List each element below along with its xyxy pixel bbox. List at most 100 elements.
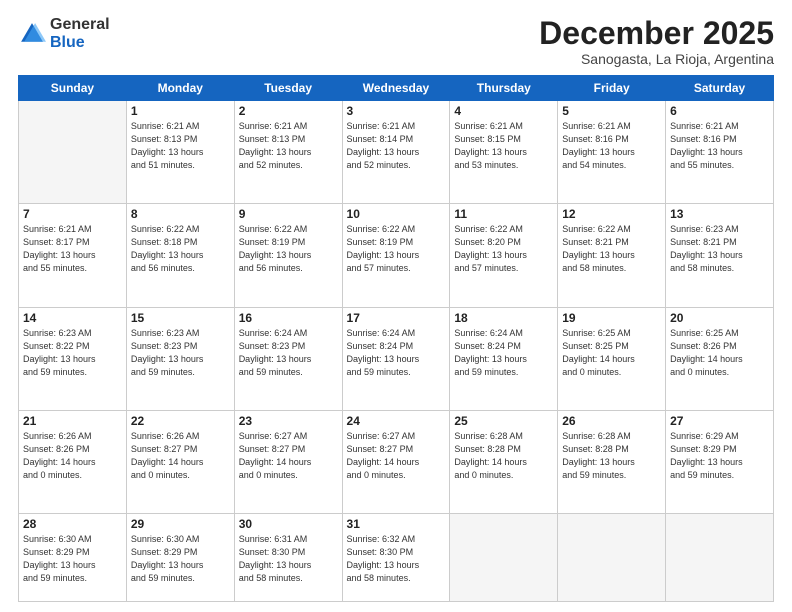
day-info: Sunrise: 6:29 AM Sunset: 8:29 PM Dayligh… xyxy=(670,430,769,482)
day-number: 29 xyxy=(131,517,230,531)
day-number: 23 xyxy=(239,414,338,428)
calendar-day-cell: 8 Sunrise: 6:22 AM Sunset: 8:18 PM Daylig… xyxy=(126,204,234,307)
subtitle: Sanogasta, La Rioja, Argentina xyxy=(539,51,774,67)
calendar-day-cell: 14Sunrise: 6:23 AM Sunset: 8:22 PM Dayli… xyxy=(19,307,127,410)
calendar-week-row: 14Sunrise: 6:23 AM Sunset: 8:22 PM Dayli… xyxy=(19,307,774,410)
calendar-day-cell: 29 Sunrise: 6:30 AM Sunset: 8:29 PM Dayli… xyxy=(126,513,234,601)
logo-text: General Blue xyxy=(50,16,110,51)
day-info: Sunrise: 6:22 AM Sunset: 8:19 PM Dayligh… xyxy=(347,223,446,275)
page: General Blue December 2025 Sanogasta, La… xyxy=(0,0,792,612)
day-number: 13 xyxy=(670,207,769,221)
logo-icon xyxy=(18,20,46,48)
day-info: Sunrise: 6:24 AM Sunset: 8:23 PM Dayligh… xyxy=(239,327,338,379)
calendar-day-cell: 27 Sunrise: 6:29 AM Sunset: 8:29 PM Dayli… xyxy=(666,410,774,513)
day-info: Sunrise: 6:25 AM Sunset: 8:26 PM Dayligh… xyxy=(670,327,769,379)
logo-general: General xyxy=(50,16,110,33)
calendar-day-cell: 7 Sunrise: 6:21 AM Sunset: 8:17 PM Daylig… xyxy=(19,204,127,307)
day-info: Sunrise: 6:21 AM Sunset: 8:14 PM Dayligh… xyxy=(347,120,446,172)
day-number: 26 xyxy=(562,414,661,428)
calendar-day-cell: 31 Sunrise: 6:32 AM Sunset: 8:30 PM Dayli… xyxy=(342,513,450,601)
day-info: Sunrise: 6:26 AM Sunset: 8:26 PM Dayligh… xyxy=(23,430,122,482)
calendar-day-cell xyxy=(666,513,774,601)
calendar-day-cell: 9Sunrise: 6:22 AM Sunset: 8:19 PM Daylig… xyxy=(234,204,342,307)
day-number: 27 xyxy=(670,414,769,428)
calendar-day-cell: 11 Sunrise: 6:22 AM Sunset: 8:20 PM Dayli… xyxy=(450,204,558,307)
day-info: Sunrise: 6:21 AM Sunset: 8:16 PM Dayligh… xyxy=(562,120,661,172)
day-number: 11 xyxy=(454,207,553,221)
day-info: Sunrise: 6:22 AM Sunset: 8:20 PM Dayligh… xyxy=(454,223,553,275)
day-number: 28 xyxy=(23,517,122,531)
logo-blue: Blue xyxy=(50,34,85,51)
day-number: 1 xyxy=(131,104,230,118)
day-info: Sunrise: 6:23 AM Sunset: 8:21 PM Dayligh… xyxy=(670,223,769,275)
day-info: Sunrise: 6:30 AM Sunset: 8:29 PM Dayligh… xyxy=(131,533,230,585)
day-number: 12 xyxy=(562,207,661,221)
day-info: Sunrise: 6:22 AM Sunset: 8:18 PM Dayligh… xyxy=(131,223,230,275)
day-number: 25 xyxy=(454,414,553,428)
calendar-week-row: 7 Sunrise: 6:21 AM Sunset: 8:17 PM Daylig… xyxy=(19,204,774,307)
header-friday: Friday xyxy=(558,76,666,101)
month-title: December 2025 xyxy=(539,16,774,51)
calendar-day-cell: 26 Sunrise: 6:28 AM Sunset: 8:28 PM Dayli… xyxy=(558,410,666,513)
day-number: 17 xyxy=(347,311,446,325)
day-info: Sunrise: 6:27 AM Sunset: 8:27 PM Dayligh… xyxy=(239,430,338,482)
calendar-day-cell xyxy=(450,513,558,601)
day-info: Sunrise: 6:23 AM Sunset: 8:23 PM Dayligh… xyxy=(131,327,230,379)
day-info: Sunrise: 6:21 AM Sunset: 8:13 PM Dayligh… xyxy=(239,120,338,172)
day-info: Sunrise: 6:21 AM Sunset: 8:16 PM Dayligh… xyxy=(670,120,769,172)
calendar-day-cell xyxy=(19,101,127,204)
day-number: 7 xyxy=(23,207,122,221)
calendar-day-cell xyxy=(558,513,666,601)
day-info: Sunrise: 6:28 AM Sunset: 8:28 PM Dayligh… xyxy=(562,430,661,482)
calendar-day-cell: 2 Sunrise: 6:21 AM Sunset: 8:13 PM Daylig… xyxy=(234,101,342,204)
day-info: Sunrise: 6:22 AM Sunset: 8:21 PM Dayligh… xyxy=(562,223,661,275)
header-saturday: Saturday xyxy=(666,76,774,101)
day-number: 15 xyxy=(131,311,230,325)
calendar-day-cell: 17Sunrise: 6:24 AM Sunset: 8:24 PM Dayli… xyxy=(342,307,450,410)
logo: General Blue xyxy=(18,16,110,51)
header-wednesday: Wednesday xyxy=(342,76,450,101)
day-number: 6 xyxy=(670,104,769,118)
day-number: 24 xyxy=(347,414,446,428)
calendar-day-cell: 19 Sunrise: 6:25 AM Sunset: 8:25 PM Dayli… xyxy=(558,307,666,410)
day-info: Sunrise: 6:31 AM Sunset: 8:30 PM Dayligh… xyxy=(239,533,338,585)
calendar-day-cell: 15 Sunrise: 6:23 AM Sunset: 8:23 PM Dayli… xyxy=(126,307,234,410)
calendar-day-cell: 30Sunrise: 6:31 AM Sunset: 8:30 PM Dayli… xyxy=(234,513,342,601)
day-number: 3 xyxy=(347,104,446,118)
day-number: 16 xyxy=(239,311,338,325)
day-number: 14 xyxy=(23,311,122,325)
calendar-day-cell: 24 Sunrise: 6:27 AM Sunset: 8:27 PM Dayli… xyxy=(342,410,450,513)
calendar-day-cell: 23 Sunrise: 6:27 AM Sunset: 8:27 PM Dayli… xyxy=(234,410,342,513)
day-number: 2 xyxy=(239,104,338,118)
day-info: Sunrise: 6:25 AM Sunset: 8:25 PM Dayligh… xyxy=(562,327,661,379)
calendar-day-cell: 1Sunrise: 6:21 AM Sunset: 8:13 PM Daylig… xyxy=(126,101,234,204)
day-info: Sunrise: 6:22 AM Sunset: 8:19 PM Dayligh… xyxy=(239,223,338,275)
calendar-day-cell: 22Sunrise: 6:26 AM Sunset: 8:27 PM Dayli… xyxy=(126,410,234,513)
header-monday: Monday xyxy=(126,76,234,101)
calendar-day-cell: 16 Sunrise: 6:24 AM Sunset: 8:23 PM Dayli… xyxy=(234,307,342,410)
calendar-day-cell: 10Sunrise: 6:22 AM Sunset: 8:19 PM Dayli… xyxy=(342,204,450,307)
day-number: 31 xyxy=(347,517,446,531)
calendar-week-row: 28 Sunrise: 6:30 AM Sunset: 8:29 PM Dayli… xyxy=(19,513,774,601)
day-info: Sunrise: 6:30 AM Sunset: 8:29 PM Dayligh… xyxy=(23,533,122,585)
day-number: 19 xyxy=(562,311,661,325)
day-number: 20 xyxy=(670,311,769,325)
day-info: Sunrise: 6:27 AM Sunset: 8:27 PM Dayligh… xyxy=(347,430,446,482)
day-info: Sunrise: 6:28 AM Sunset: 8:28 PM Dayligh… xyxy=(454,430,553,482)
day-info: Sunrise: 6:26 AM Sunset: 8:27 PM Dayligh… xyxy=(131,430,230,482)
header-thursday: Thursday xyxy=(450,76,558,101)
calendar-day-cell: 5Sunrise: 6:21 AM Sunset: 8:16 PM Daylig… xyxy=(558,101,666,204)
day-number: 8 xyxy=(131,207,230,221)
calendar-day-cell: 4 Sunrise: 6:21 AM Sunset: 8:15 PM Daylig… xyxy=(450,101,558,204)
day-info: Sunrise: 6:21 AM Sunset: 8:17 PM Dayligh… xyxy=(23,223,122,275)
weekday-header-row: Sunday Monday Tuesday Wednesday Thursday… xyxy=(19,76,774,101)
day-number: 4 xyxy=(454,104,553,118)
day-info: Sunrise: 6:32 AM Sunset: 8:30 PM Dayligh… xyxy=(347,533,446,585)
header-sunday: Sunday xyxy=(19,76,127,101)
day-info: Sunrise: 6:21 AM Sunset: 8:15 PM Dayligh… xyxy=(454,120,553,172)
calendar-day-cell: 18Sunrise: 6:24 AM Sunset: 8:24 PM Dayli… xyxy=(450,307,558,410)
calendar-day-cell: 25 Sunrise: 6:28 AM Sunset: 8:28 PM Dayli… xyxy=(450,410,558,513)
calendar-table: Sunday Monday Tuesday Wednesday Thursday… xyxy=(18,75,774,602)
calendar-day-cell: 3 Sunrise: 6:21 AM Sunset: 8:14 PM Daylig… xyxy=(342,101,450,204)
day-number: 21 xyxy=(23,414,122,428)
